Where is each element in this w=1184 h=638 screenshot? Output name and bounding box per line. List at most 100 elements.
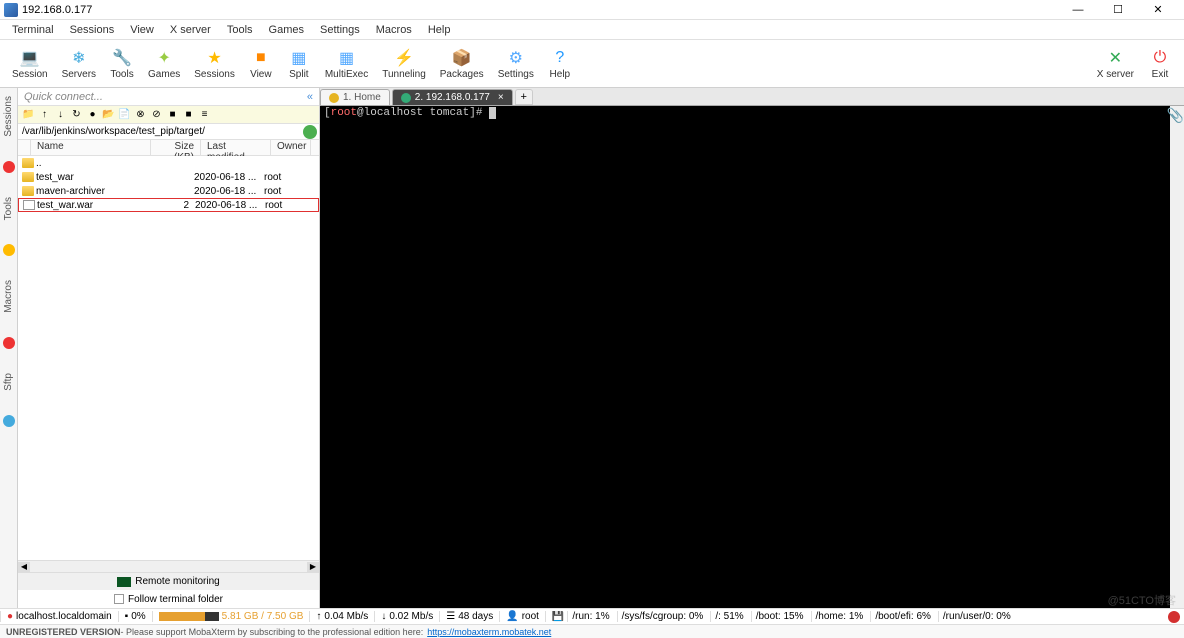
sftp-tool-4-icon[interactable]: ●: [86, 108, 99, 121]
toolbar: 💻Session❄Servers🔧Tools✦Games★Sessions■Vi…: [0, 40, 1184, 88]
maximize-button[interactable]: ☐: [1104, 2, 1132, 18]
status-download: ↓0.02 Mb/s: [374, 611, 439, 622]
menu-help[interactable]: Help: [420, 22, 459, 38]
term-host: localhost: [364, 107, 423, 119]
watermark: @51CTO博客: [1108, 592, 1176, 608]
col-owner[interactable]: Owner: [271, 140, 311, 155]
sftp-tool-9-icon[interactable]: ■: [166, 108, 179, 121]
menu-x-server[interactable]: X server: [162, 22, 219, 38]
follow-folder-checkbox[interactable]: Follow terminal folder: [18, 590, 319, 608]
menu-terminal[interactable]: Terminal: [4, 22, 62, 38]
games-button[interactable]: ✦Games: [142, 46, 186, 82]
sessions-button[interactable]: ★Sessions: [188, 46, 241, 82]
sftp-tool-0-icon[interactable]: 📁: [22, 108, 35, 121]
quick-connect-bar[interactable]: Quick connect... «: [18, 88, 319, 106]
add-tab-button[interactable]: +: [515, 89, 533, 105]
sftp-tool-3-icon[interactable]: ↻: [70, 108, 83, 121]
file-list: .. test_war 2020-06-18 ... root maven-ar…: [18, 156, 319, 560]
vtab-icon: [3, 161, 15, 173]
tab-icon: [401, 93, 411, 103]
status-user: 👤root: [499, 611, 545, 622]
col-modified[interactable]: Last modified: [201, 140, 271, 155]
vtab-icon: [3, 415, 15, 427]
terminal-tabs: 1. Home2. 192.168.0.177×+: [320, 88, 1184, 106]
vtab-sftp[interactable]: Sftp: [3, 369, 14, 395]
close-button[interactable]: ✕: [1144, 2, 1172, 18]
tunneling-button[interactable]: ⚡Tunneling: [376, 46, 432, 82]
sftp-tool-1-icon[interactable]: ↑: [38, 108, 51, 121]
file-icon: [23, 200, 35, 210]
vtab-tools[interactable]: Tools: [3, 193, 14, 224]
multiexec-icon: ▦: [337, 48, 357, 68]
up-icon: [22, 158, 34, 168]
col-size[interactable]: Size (KB): [151, 140, 201, 155]
terminal-area: 1. Home2. 192.168.0.177×+ [root@localhos…: [320, 88, 1184, 608]
folder-icon: [22, 172, 34, 182]
help-button[interactable]: ?Help: [542, 46, 578, 82]
path-input[interactable]: [18, 125, 303, 138]
menu-sessions[interactable]: Sessions: [62, 22, 123, 38]
connection-status-icon: [303, 125, 317, 139]
clip-icon[interactable]: 📎: [1167, 108, 1184, 125]
settings-button[interactable]: ⚙Settings: [492, 46, 540, 82]
help-icon: ?: [550, 48, 570, 68]
tools-icon: 🔧: [112, 48, 132, 68]
minimize-button[interactable]: —: [1064, 2, 1092, 18]
packages-icon: 📦: [452, 48, 472, 68]
view-button[interactable]: ■View: [243, 46, 279, 82]
file-row[interactable]: test_war 2020-06-18 ... root: [18, 170, 319, 184]
menu-macros[interactable]: Macros: [368, 22, 420, 38]
menu-view[interactable]: View: [122, 22, 162, 38]
terminal-tab[interactable]: 2. 192.168.0.177×: [392, 89, 513, 105]
col-name[interactable]: Name: [31, 140, 151, 155]
multiexec-button[interactable]: ▦MultiExec: [319, 46, 374, 82]
settings-icon: ⚙: [506, 48, 526, 68]
remote-monitoring-button[interactable]: Remote monitoring: [18, 572, 319, 590]
x server-button[interactable]: ✕X server: [1091, 46, 1140, 82]
scroll-right-icon[interactable]: ▶: [307, 562, 319, 572]
menu-settings[interactable]: Settings: [312, 22, 368, 38]
exit-button[interactable]: ⏻Exit: [1142, 46, 1178, 82]
file-row[interactable]: ..: [18, 156, 319, 170]
games-icon: ✦: [154, 48, 174, 68]
footer-link[interactable]: https://mobaxterm.mobatek.net: [427, 627, 551, 637]
packages-button[interactable]: 📦Packages: [434, 46, 490, 82]
term-cwd: tomcat: [423, 107, 469, 119]
servers-button[interactable]: ❄Servers: [56, 46, 102, 82]
scroll-left-icon[interactable]: ◀: [18, 562, 30, 572]
sftp-tool-11-icon[interactable]: ≡: [198, 108, 211, 121]
sftp-tool-5-icon[interactable]: 📂: [102, 108, 115, 121]
sftp-tool-6-icon[interactable]: 📄: [118, 108, 131, 121]
tools-button[interactable]: 🔧Tools: [104, 46, 140, 82]
status-alert-icon[interactable]: [1168, 611, 1180, 623]
unregistered-label: UNREGISTERED VERSION: [6, 627, 121, 637]
terminal[interactable]: [root@localhost tomcat]# 📎: [320, 106, 1184, 608]
sftp-tool-10-icon[interactable]: ■: [182, 108, 195, 121]
monitor-icon: [117, 577, 131, 587]
file-list-header: Name Size (KB) Last modified Owner: [18, 140, 319, 156]
collapse-icon[interactable]: «: [307, 91, 313, 103]
vtab-macros[interactable]: Macros: [3, 276, 14, 317]
status-uptime: ☰48 days: [439, 611, 499, 622]
sftp-tool-8-icon[interactable]: ⊘: [150, 108, 163, 121]
session-button[interactable]: 💻Session: [6, 46, 54, 82]
footer: UNREGISTERED VERSION - Please support Mo…: [0, 624, 1184, 638]
vtab-sessions[interactable]: Sessions: [3, 92, 14, 141]
sftp-tool-7-icon[interactable]: ⊗: [134, 108, 147, 121]
terminal-scrollbar[interactable]: [1170, 106, 1184, 608]
file-row[interactable]: maven-archiver 2020-06-18 ... root: [18, 184, 319, 198]
statusbar: ●localhost.localdomain ▪0% 5.81 GB / 7.5…: [0, 608, 1184, 624]
terminal-tab[interactable]: 1. Home: [320, 89, 390, 105]
checkbox-icon[interactable]: [114, 594, 124, 604]
vertical-tabs: Sessions Tools Macros Sftp: [0, 88, 18, 608]
sftp-tool-2-icon[interactable]: ↓: [54, 108, 67, 121]
tab-close-icon[interactable]: ×: [498, 92, 504, 103]
menu-tools[interactable]: Tools: [219, 22, 261, 38]
horizontal-scrollbar[interactable]: ◀ ▶: [18, 560, 319, 572]
status-cpu: ▪0%: [118, 611, 152, 622]
split-button[interactable]: ▦Split: [281, 46, 317, 82]
exit-icon: ⏻: [1150, 48, 1170, 68]
menu-games[interactable]: Games: [261, 22, 312, 38]
file-row[interactable]: test_war.war 2 2020-06-18 ... root: [18, 198, 319, 212]
window-title: 192.168.0.177: [22, 4, 1064, 16]
